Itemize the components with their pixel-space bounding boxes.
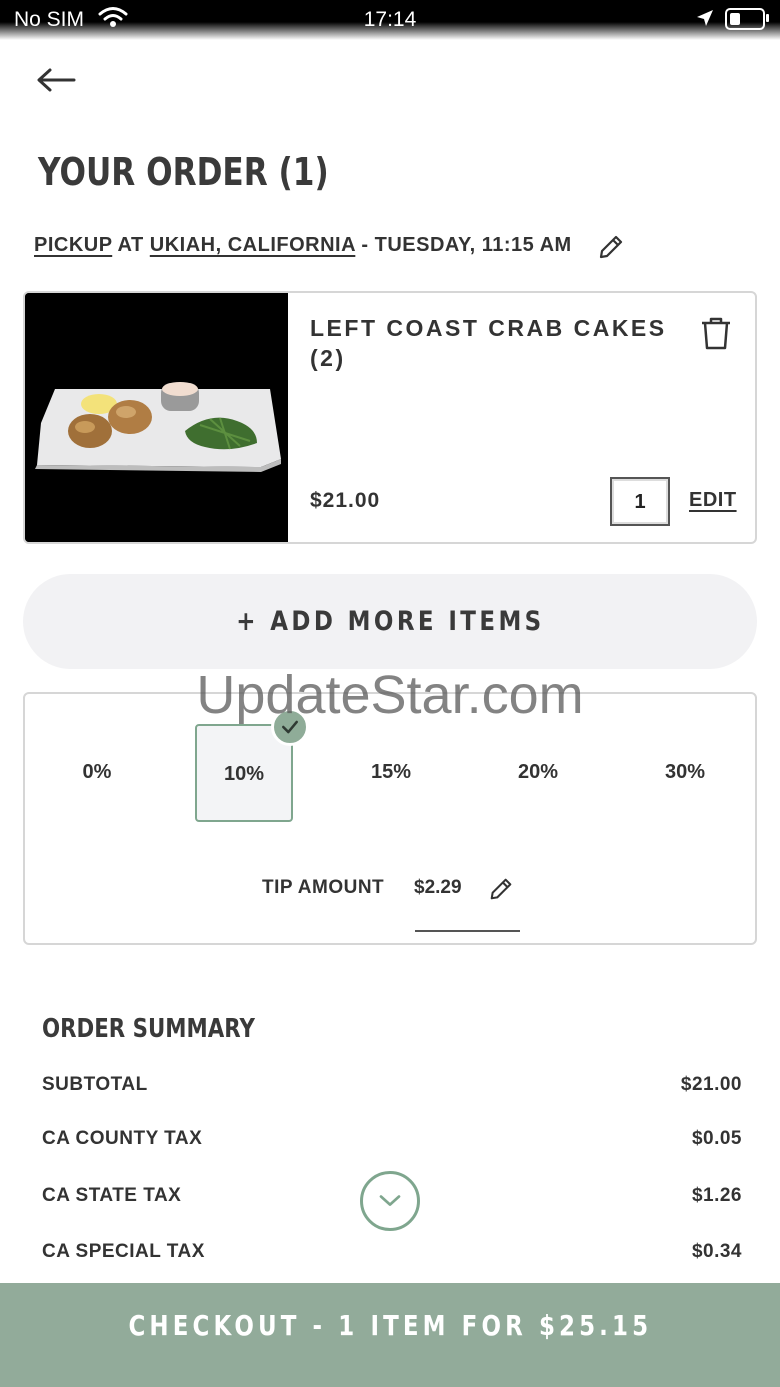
tip-amount-underline: [415, 930, 520, 932]
pickup-info: PICKUP AT UKIAH, CALIFORNIA - TUESDAY, 1…: [34, 234, 572, 257]
edit-item-link[interactable]: EDIT: [689, 489, 737, 512]
cart-item-card: LEFT COAST CRAB CAKES (2) $21.00 1 EDIT: [23, 291, 757, 544]
chevron-down-icon[interactable]: [360, 1171, 420, 1231]
tip-amount-label: TIP AMOUNT: [262, 877, 385, 898]
item-price: $21.00: [310, 489, 381, 512]
trash-icon[interactable]: [698, 315, 734, 351]
battery-tip: [766, 14, 769, 22]
summary-value: $0.34: [691, 1241, 742, 1262]
tip-option-20[interactable]: 20%: [489, 724, 587, 822]
tip-selector: 0% 10% 15% 20% 30% TIP AMOUNT $2.29: [23, 692, 757, 945]
summary-value: $21.00: [680, 1074, 742, 1095]
pickup-location-link[interactable]: UKIAH, CALIFORNIA: [150, 234, 356, 256]
summary-label: CA STATE TAX: [42, 1185, 182, 1206]
check-icon: [271, 708, 309, 746]
clock: 17:14: [363, 8, 417, 31]
summary-value: $0.05: [691, 1128, 742, 1149]
quantity-input[interactable]: 1: [610, 477, 670, 526]
pencil-icon[interactable]: [597, 233, 625, 261]
page-title: YOUR ORDER (1): [38, 150, 329, 194]
summary-label: CA COUNTY TAX: [42, 1128, 203, 1149]
item-photo[interactable]: [25, 293, 288, 544]
item-name: LEFT COAST CRAB CAKES (2): [310, 315, 667, 371]
location-arrow-icon: [697, 10, 713, 26]
pencil-icon[interactable]: [488, 876, 514, 902]
tip-option-30[interactable]: 30%: [636, 724, 734, 822]
order-summary-title: ORDER SUMMARY: [42, 1014, 255, 1044]
pickup-at-label: AT: [117, 234, 144, 256]
checkout-label: CHECKOUT - 1 ITEM FOR $25.15: [128, 1309, 652, 1342]
tip-amount-value[interactable]: $2.29: [414, 877, 462, 899]
summary-value: $1.26: [691, 1185, 742, 1206]
tip-option-15[interactable]: 15%: [342, 724, 440, 822]
back-arrow-icon[interactable]: [34, 62, 78, 98]
pickup-mode-link[interactable]: PICKUP: [34, 234, 112, 256]
status-bar: No SIM 17:14: [0, 0, 780, 40]
summary-label: CA SPECIAL TAX: [42, 1241, 205, 1262]
add-more-items-button[interactable]: + ADD MORE ITEMS: [23, 574, 757, 669]
add-more-items-label: + ADD MORE ITEMS: [235, 606, 545, 637]
checkout-button[interactable]: CHECKOUT - 1 ITEM FOR $25.15: [0, 1283, 780, 1387]
battery-icon: [725, 8, 765, 30]
summary-label: SUBTOTAL: [42, 1074, 148, 1095]
tip-option-0[interactable]: 0%: [48, 724, 146, 822]
pickup-time: - TUESDAY, 11:15 AM: [361, 234, 572, 256]
